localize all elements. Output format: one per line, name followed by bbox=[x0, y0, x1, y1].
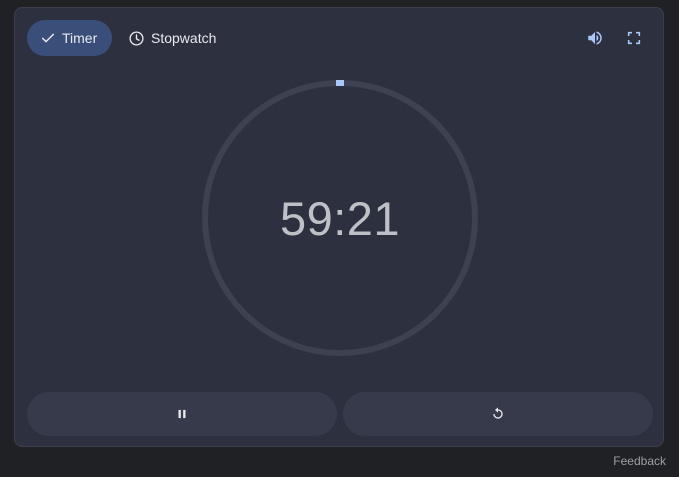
time-display: 59:21 bbox=[279, 191, 401, 245]
sound-button[interactable] bbox=[582, 25, 608, 51]
fullscreen-button[interactable] bbox=[621, 25, 647, 51]
feedback-link[interactable]: Feedback bbox=[613, 454, 666, 468]
pause-icon bbox=[178, 409, 186, 419]
tab-timer-label: Timer bbox=[62, 30, 98, 46]
tab-stopwatch[interactable]: Stopwatch bbox=[118, 20, 228, 56]
reset-icon bbox=[493, 407, 503, 419]
clock-icon bbox=[129, 30, 144, 46]
pause-button[interactable] bbox=[27, 392, 337, 436]
reset-button[interactable] bbox=[343, 392, 653, 436]
tab-stopwatch-label: Stopwatch bbox=[151, 30, 217, 46]
check-icon bbox=[41, 33, 55, 43]
volume-icon bbox=[588, 31, 602, 45]
fullscreen-icon bbox=[627, 31, 641, 45]
tab-timer[interactable]: Timer bbox=[27, 20, 112, 56]
timer-card: Timer Stopwatch 59:21 bbox=[14, 7, 664, 447]
timer-dial: 59:21 bbox=[201, 79, 479, 357]
